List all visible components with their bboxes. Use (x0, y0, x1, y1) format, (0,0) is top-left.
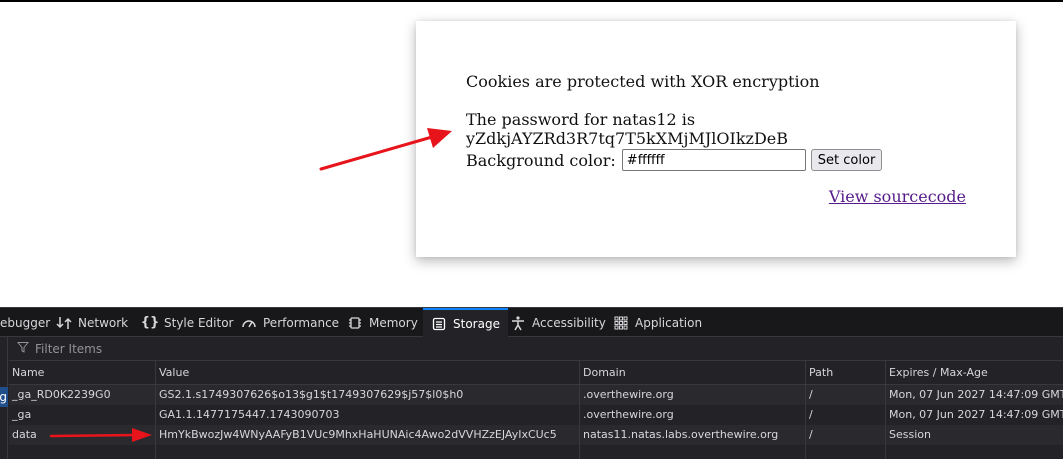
devtools-tabbar: ebugger Network {} Style Editor Performa… (0, 307, 1063, 337)
memory-icon (347, 315, 363, 331)
accessibility-icon (510, 315, 526, 331)
tab-memory-label: Memory (369, 315, 418, 330)
storage-icon (431, 316, 447, 332)
sidebar-selected-host[interactable]: rg (0, 387, 8, 407)
tab-storage-label: Storage (453, 316, 500, 331)
tab-network[interactable]: Network (56, 308, 128, 337)
tab-style-editor-label: Style Editor (164, 315, 234, 330)
tab-debugger-label: ebugger (0, 315, 51, 330)
application-icon (613, 315, 629, 331)
tab-memory[interactable]: Memory (347, 308, 418, 337)
tab-accessibility-label: Accessibility (532, 315, 606, 330)
filter-bar: Filter Items (9, 337, 1063, 361)
network-icon (56, 315, 72, 331)
filter-icon (16, 341, 30, 356)
filter-input[interactable]: Filter Items (16, 341, 103, 356)
tab-network-label: Network (78, 315, 129, 330)
tab-application-label: Application (635, 315, 703, 330)
devtools-panel: ebugger Network {} Style Editor Performa… (0, 307, 1063, 459)
tab-storage[interactable]: Storage (423, 308, 508, 337)
annotation-arrow-icon (49, 428, 152, 442)
tab-performance[interactable]: Performance (241, 308, 339, 337)
cookies-table: Name Value Domain Path Expires / Max-Age… (9, 361, 1063, 459)
tab-accessibility[interactable]: Accessibility (510, 308, 606, 337)
page-viewport: Cookies are protected with XOR encryptio… (0, 0, 1063, 307)
annotation-arrow-icon (319, 128, 452, 171)
style-editor-icon: {} (140, 315, 160, 330)
tab-debugger[interactable]: ebugger (0, 308, 50, 337)
sidebar-selected-host-label: rg (0, 390, 7, 404)
performance-icon (241, 315, 257, 331)
filter-placeholder: Filter Items (35, 341, 103, 356)
storage-sidebar: rg (0, 337, 8, 459)
tab-style-editor[interactable]: {} Style Editor (140, 308, 234, 337)
tab-performance-label: Performance (263, 315, 340, 330)
tab-application[interactable]: Application (613, 308, 702, 337)
